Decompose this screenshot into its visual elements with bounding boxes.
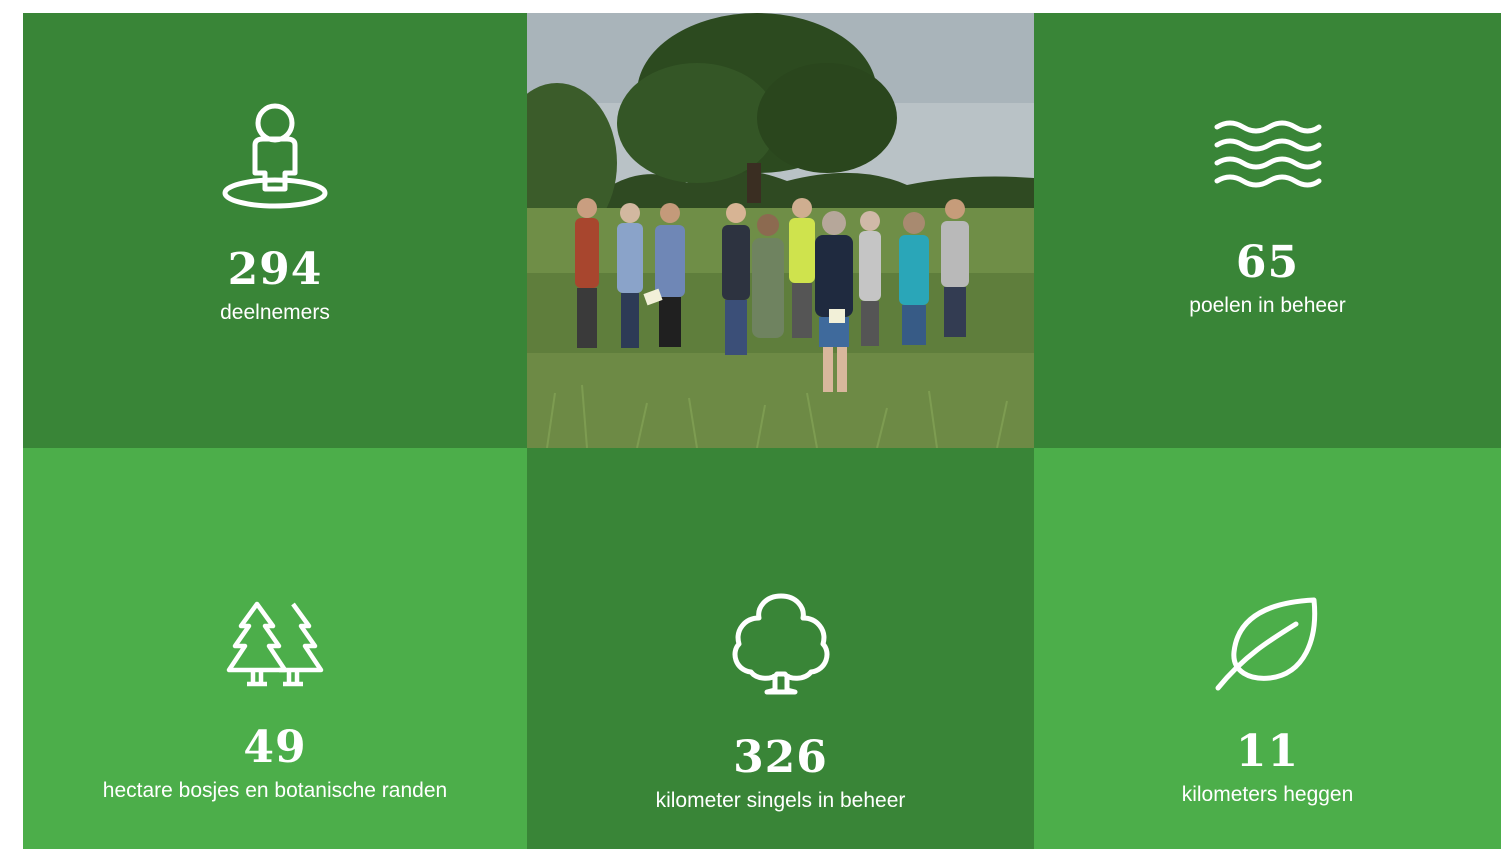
tree-rows-count: 326 [733, 732, 828, 783]
participants-count: 294 [227, 244, 323, 295]
person-location-icon [221, 101, 329, 211]
stat-tile-ponds: 65 poelen in beheer [1034, 13, 1501, 448]
stat-tile-woodlands: 49 hectare bosjes en botanische randen [23, 448, 527, 849]
stat-tile-hedges: 11 kilometers heggen [1034, 448, 1501, 849]
hedges-label: kilometers heggen [1181, 783, 1354, 806]
participants-label: deelnemers [220, 301, 330, 324]
tree-icon [727, 592, 835, 696]
ponds-label: poelen in beheer [1189, 294, 1346, 317]
hedges-count: 11 [1235, 726, 1300, 777]
stat-tile-participants: 294 deelnemers [23, 13, 527, 448]
leaf-icon [1214, 596, 1322, 692]
woodlands-label: hectare bosjes en botanische randen [102, 779, 448, 802]
pine-trees-icon [221, 600, 329, 690]
stats-grid: 294 deelnemers 65 poelen in beheer 49 he… [23, 13, 1501, 849]
woodlands-count: 49 [243, 722, 307, 773]
ponds-count: 65 [1235, 237, 1300, 288]
tree-rows-label: kilometer singels in beheer [655, 789, 906, 812]
stat-tile-tree-rows: 326 kilometer singels in beheer [527, 448, 1034, 849]
field-photo [527, 13, 1034, 448]
waves-icon [1214, 119, 1322, 191]
